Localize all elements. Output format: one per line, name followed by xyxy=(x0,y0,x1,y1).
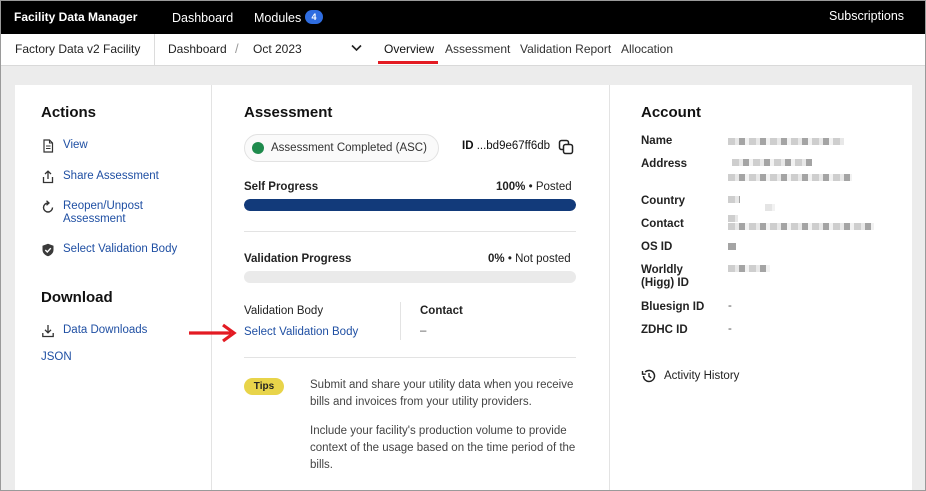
assessment-id: ID ...bd9e67ff6db xyxy=(462,140,550,152)
self-progress-state: Posted xyxy=(535,181,572,193)
tab-assessment[interactable]: Assessment xyxy=(445,42,510,56)
account-osid-label: OS ID xyxy=(641,241,673,253)
refresh-icon xyxy=(42,200,54,213)
assessment-status-badge: Assessment Completed (ASC) xyxy=(244,134,439,162)
activity-history-button[interactable]: Activity History xyxy=(641,368,739,384)
active-tab-indicator xyxy=(378,61,438,64)
assessment-id-label: ID xyxy=(462,140,474,152)
account-name-value-redacted xyxy=(728,138,844,145)
validation-progress-label: Validation Progress xyxy=(244,253,352,265)
account-worldly-label: Worldly (Higg) ID xyxy=(641,264,689,289)
actions-column: Actions View Share Assessment Reopen/Unp… xyxy=(15,85,212,490)
account-column: Account Name Address Country Contact OS … xyxy=(609,85,913,490)
account-contact-value-redacted xyxy=(728,215,738,222)
section-divider xyxy=(244,231,576,232)
download-icon xyxy=(42,325,54,338)
account-zdhc-value: - xyxy=(728,323,732,335)
validation-progress-sep: • xyxy=(507,253,512,265)
section-divider-2 xyxy=(244,357,576,358)
account-address-label: Address xyxy=(641,158,688,170)
account-bluesign-value: - xyxy=(728,300,732,312)
account-osid-value-redacted xyxy=(728,243,736,250)
self-progress-percent: 100% xyxy=(496,181,526,193)
assessment-status-text: Assessment Completed (ASC) xyxy=(271,142,427,154)
validation-body-label: Validation Body xyxy=(244,305,324,317)
facility-name: Factory Data v2 Facility xyxy=(15,42,141,56)
account-heading: Account xyxy=(641,104,701,121)
history-icon xyxy=(641,369,656,383)
app-window: Facility Data Manager Dashboard Modules … xyxy=(0,0,926,491)
account-country-label: Country xyxy=(641,195,686,207)
breadcrumb-dashboard[interactable]: Dashboard xyxy=(168,42,227,56)
nav-subscriptions[interactable]: Subscriptions xyxy=(829,9,904,23)
action-reopen-label: Reopen/Unpost Assessment xyxy=(63,200,143,225)
share-icon xyxy=(42,170,54,184)
account-name-label: Name xyxy=(641,135,673,147)
account-country-value-redacted xyxy=(728,196,740,203)
account-contact-label: Contact xyxy=(641,218,684,230)
contact-label: Contact xyxy=(420,305,463,317)
modules-count-badge: 4 xyxy=(305,10,323,24)
account-address-value-redacted xyxy=(732,159,812,166)
assessment-heading: Assessment xyxy=(244,104,333,121)
validation-divider xyxy=(400,302,401,340)
annotation-arrow-icon xyxy=(189,323,237,343)
download-data-downloads[interactable]: Data Downloads xyxy=(41,324,147,338)
validation-progress-state: Not posted xyxy=(515,253,571,265)
sub-navigation-bar: Factory Data v2 Facility Dashboard / Oct… xyxy=(1,34,925,66)
copy-icon[interactable] xyxy=(558,139,574,155)
account-bluesign-label: Bluesign ID xyxy=(641,301,705,313)
shield-check-icon xyxy=(42,243,54,257)
tips-badge: Tips xyxy=(244,378,284,395)
tab-validation-report[interactable]: Validation Report xyxy=(520,42,611,56)
self-progress-fill xyxy=(244,199,576,211)
status-dot-icon xyxy=(252,142,264,154)
account-contact-value-redacted-2 xyxy=(728,223,874,230)
validation-progress-bar xyxy=(244,271,576,283)
tip-text-2: Include your facility's production volum… xyxy=(310,425,576,471)
main-panel: Actions View Share Assessment Reopen/Unp… xyxy=(15,85,913,490)
breadcrumb-separator: / xyxy=(235,41,239,56)
assessment-id-value: ...bd9e67ff6db xyxy=(476,140,551,152)
self-progress-sep: • xyxy=(528,181,533,193)
action-select-validation-label: Select Validation Body xyxy=(63,243,178,255)
action-share-label: Share Assessment xyxy=(63,170,159,182)
download-json-link[interactable]: JSON xyxy=(41,351,72,363)
account-zdhc-label: ZDHC ID xyxy=(641,324,688,336)
tip-text-1: Submit and share your utility data when … xyxy=(310,379,574,408)
select-validation-body-link[interactable]: Select Validation Body xyxy=(244,326,358,338)
action-select-validation-body[interactable]: Select Validation Body xyxy=(41,243,177,257)
subnav-divider xyxy=(154,34,155,65)
action-share-assessment[interactable]: Share Assessment xyxy=(41,170,159,184)
tab-overview[interactable]: Overview xyxy=(384,42,434,56)
account-worldly-value-redacted xyxy=(728,265,770,272)
validation-progress-status: 0% • Not posted xyxy=(488,253,571,265)
action-view-label: View xyxy=(63,139,88,151)
top-navigation-bar: Facility Data Manager Dashboard Modules … xyxy=(1,1,925,34)
account-address-value-redacted-2 xyxy=(728,174,852,181)
self-progress-status: 100% • Posted xyxy=(496,181,572,193)
chevron-down-icon[interactable] xyxy=(351,44,362,52)
app-brand[interactable]: Facility Data Manager xyxy=(14,10,137,24)
contact-value: – xyxy=(420,325,427,337)
validation-progress-percent: 0% xyxy=(488,253,505,265)
self-progress-bar xyxy=(244,199,576,211)
action-reopen-unpost[interactable]: Reopen/Unpost Assessment xyxy=(41,200,173,226)
action-view[interactable]: View xyxy=(41,139,88,153)
data-downloads-label: Data Downloads xyxy=(63,324,148,336)
self-progress-label: Self Progress xyxy=(244,181,319,193)
actions-heading: Actions xyxy=(41,104,97,121)
activity-history-label: Activity History xyxy=(664,370,740,382)
nav-dashboard[interactable]: Dashboard xyxy=(172,11,233,25)
tab-allocation[interactable]: Allocation xyxy=(621,42,673,56)
nav-modules[interactable]: Modules xyxy=(254,11,301,25)
document-icon xyxy=(43,139,54,153)
download-heading: Download xyxy=(41,289,113,306)
account-country-value-redacted-2 xyxy=(765,204,775,211)
period-select[interactable]: Oct 2023 xyxy=(253,42,302,56)
